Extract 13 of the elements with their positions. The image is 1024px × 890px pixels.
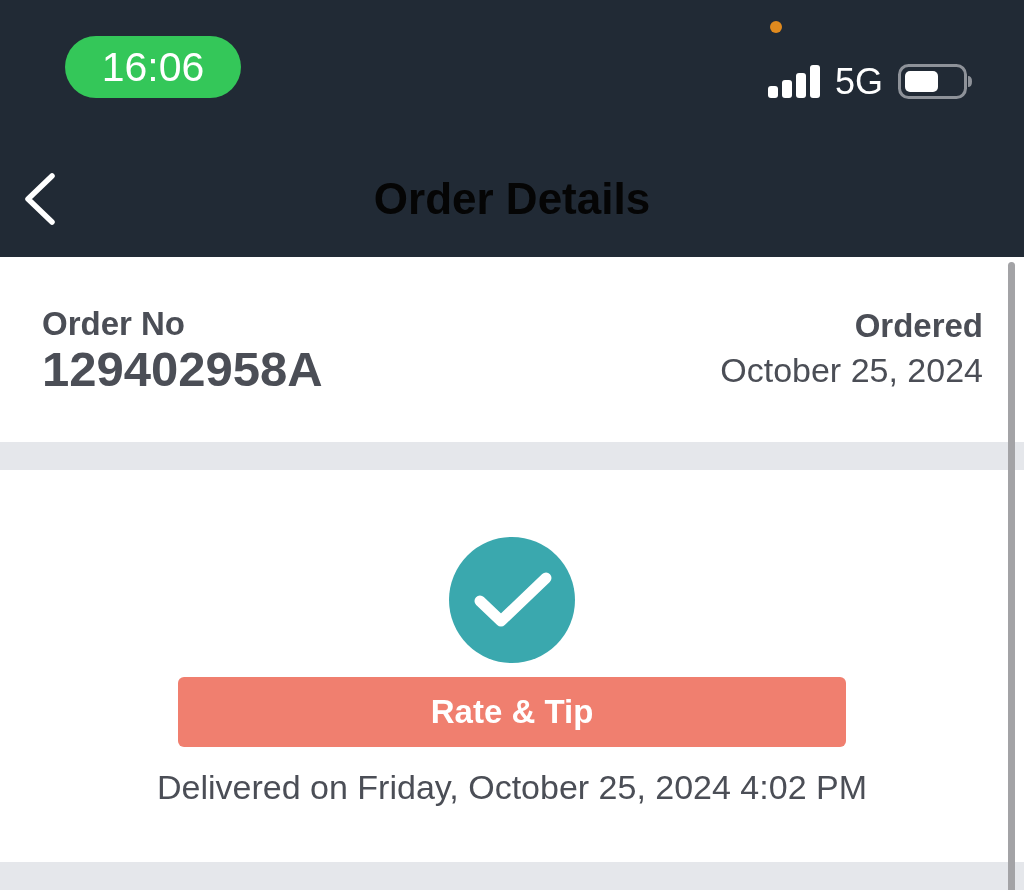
order-number-label: Order No xyxy=(42,304,187,343)
rate-tip-button[interactable]: Rate & Tip xyxy=(178,677,846,747)
back-chevron-icon xyxy=(23,172,57,225)
signal-icon xyxy=(767,65,820,98)
time-pill: 16:06 xyxy=(65,36,241,98)
network-label: 5G xyxy=(834,64,883,99)
scrollbar-thumb[interactable] xyxy=(1008,262,1015,890)
delivered-message: Delivered on Friday, October 25, 2024 4:02 PM xyxy=(157,767,867,807)
order-date-label: Ordered xyxy=(853,306,983,345)
order-date: October 25, 2024 xyxy=(720,349,983,391)
back-button[interactable] xyxy=(22,171,58,226)
order-number: 129402958A xyxy=(42,342,323,395)
battery-icon xyxy=(898,64,972,99)
